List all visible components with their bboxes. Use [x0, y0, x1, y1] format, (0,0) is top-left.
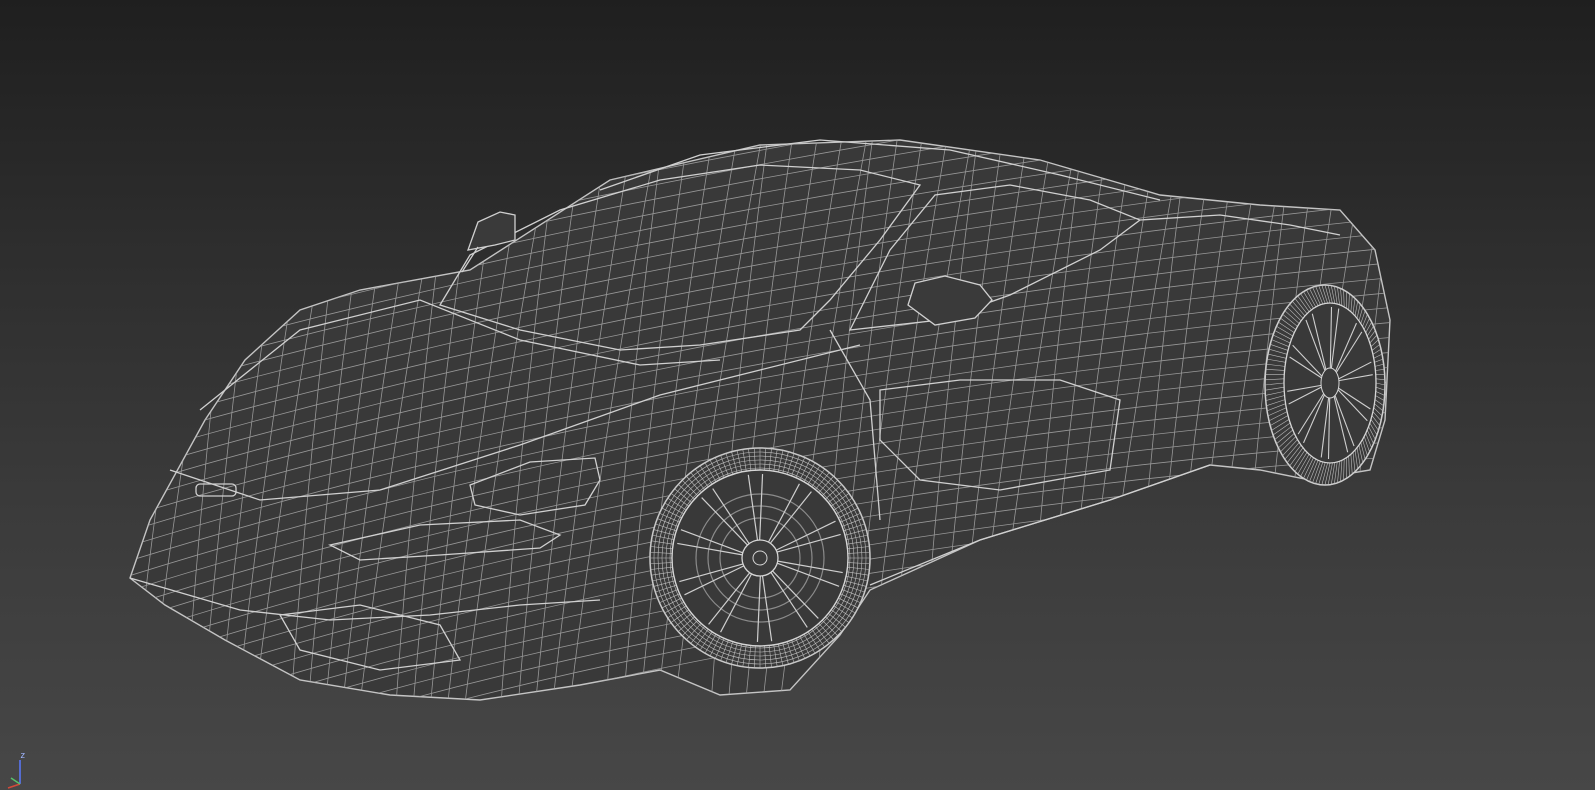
- wireframe-scene[interactable]: [0, 0, 1595, 790]
- x-axis-line: [7, 783, 21, 789]
- front-wheel[interactable]: [649, 447, 871, 669]
- y-axis-line: [10, 777, 21, 785]
- rear-wheel[interactable]: [1264, 284, 1386, 486]
- axis-gizmo: z: [0, 738, 40, 790]
- axis-gizmo-icon: [7, 760, 21, 789]
- left-mirror: [467, 211, 516, 251]
- viewport-3d[interactable]: z: [0, 0, 1595, 790]
- z-axis-label: z: [20, 751, 26, 761]
